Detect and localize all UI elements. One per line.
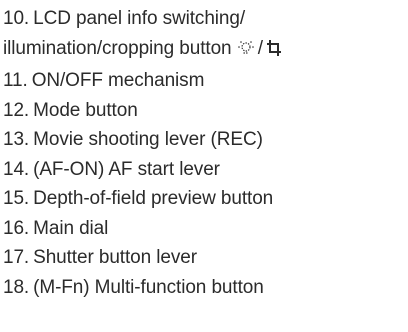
item-text: Shutter button lever xyxy=(33,247,197,268)
list-item: 14. (AF-ON) AF start lever xyxy=(3,155,405,185)
item-number: 12. xyxy=(3,99,30,121)
item-text: (M-Fn) Multi-function button xyxy=(33,276,264,298)
list-item: 18. (M-Fn) Multi-function button xyxy=(3,273,405,303)
list-item: 11. ON/OFF mechanism xyxy=(3,66,405,96)
list-item: 16. Main dial xyxy=(3,214,405,244)
item-number: 15. xyxy=(3,188,30,209)
item-number: 17. xyxy=(3,247,30,268)
item-number: 13. xyxy=(3,129,30,150)
item-text: ON/OFF mechanism xyxy=(31,70,205,91)
item-text: LCD panel info switching/ xyxy=(33,8,246,29)
crop-icon xyxy=(266,37,282,67)
control-list: 10. LCD panel info switching/ illuminatio… xyxy=(3,4,405,302)
list-item: 10. LCD panel info switching/ illuminatio… xyxy=(3,4,405,66)
list-item: 13. Movie shooting lever (REC) xyxy=(3,125,405,155)
item-text: Main dial xyxy=(33,217,109,239)
item-number: 14. xyxy=(3,158,30,180)
item-text: Mode button xyxy=(33,99,138,121)
item-text: Movie shooting lever (REC) xyxy=(33,129,263,150)
item-number: 10. xyxy=(3,8,30,29)
item-text-continued: illumination/cropping button xyxy=(3,37,232,59)
list-item: 12. Mode button xyxy=(3,96,405,126)
item-number: 16. xyxy=(3,217,30,239)
item-text: Depth-of-field preview button xyxy=(33,188,274,209)
item-number: 18. xyxy=(3,276,30,298)
illumination-icon xyxy=(237,37,255,67)
list-item: 15. Depth-of-field preview button xyxy=(3,184,405,214)
item-number: 11. xyxy=(3,70,28,91)
list-item: 17. Shutter button lever xyxy=(3,243,405,273)
icon-separator: / xyxy=(257,37,263,59)
item-text: (AF-ON) AF start lever xyxy=(33,158,220,180)
